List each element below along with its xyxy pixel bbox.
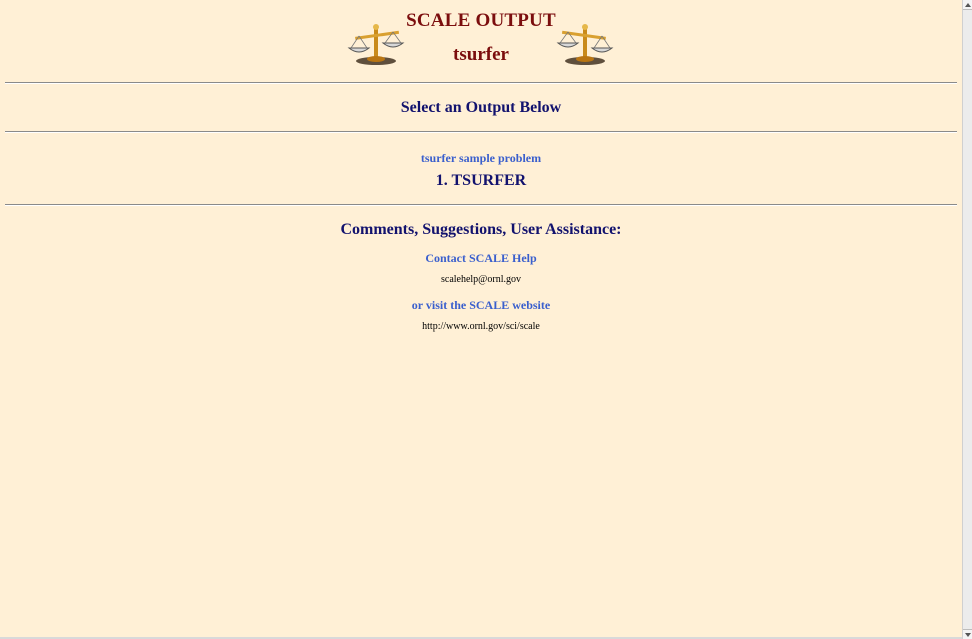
sample-problem-link[interactable]: tsurfer sample problem: [421, 151, 541, 165]
website-link-row: or visit the SCALE website: [0, 296, 962, 314]
page-subtitle: tsurfer: [453, 44, 509, 65]
page: SCALE OUTPUT tsurfer Select an Output Be…: [0, 0, 962, 637]
scales-of-justice-icon: [556, 24, 614, 65]
sample-problem-link-row: tsurfer sample problem: [0, 149, 962, 167]
contact-link-row: Contact SCALE Help: [0, 249, 962, 267]
output-item-tsurfer: 1. TSURFER: [0, 172, 962, 190]
scale-website-link[interactable]: or visit the SCALE website: [412, 298, 550, 312]
support-email: scalehelp@ornl.gov: [440, 274, 522, 285]
scroll-down-button[interactable]: [963, 629, 972, 639]
contact-scale-help-link[interactable]: Contact SCALE Help: [425, 251, 536, 265]
website-url: http://www.ornl.gov/sci/scale: [422, 321, 540, 332]
output-item-label[interactable]: 1. TSURFER: [436, 172, 526, 189]
divider: [5, 204, 957, 206]
support-heading: Comments, Suggestions, User Assistance:: [340, 221, 622, 238]
scroll-up-button[interactable]: [963, 0, 972, 10]
page-header: SCALE OUTPUT tsurfer: [0, 0, 962, 80]
vertical-scrollbar[interactable]: [962, 0, 972, 639]
page-title: SCALE OUTPUT: [406, 10, 556, 31]
arrow-down-icon: [965, 633, 971, 637]
section-heading: Select an Output Below: [400, 99, 562, 116]
divider: [5, 82, 957, 84]
arrow-up-icon: [965, 3, 971, 7]
divider: [5, 131, 957, 133]
